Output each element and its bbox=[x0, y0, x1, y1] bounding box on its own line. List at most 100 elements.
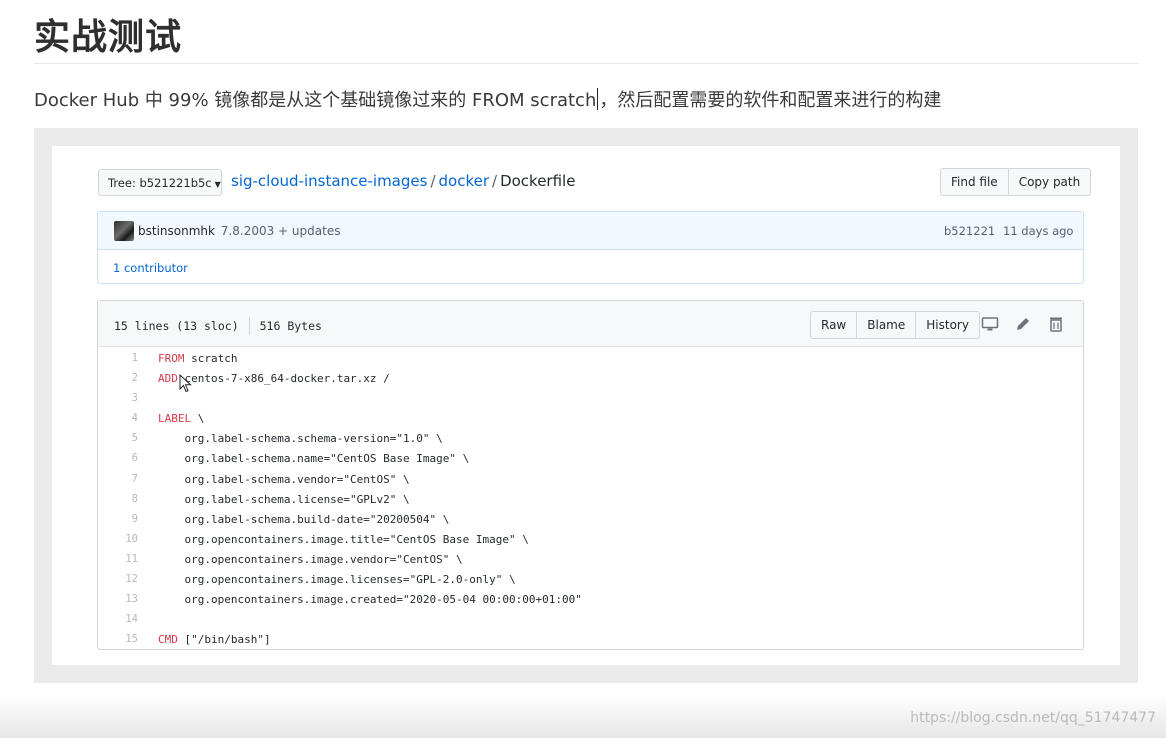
line-text: org.label-schema.schema-version="1.0" \ bbox=[158, 432, 443, 446]
code-line: 10 org.opencontainers.image.title="CentO… bbox=[98, 530, 1083, 550]
file-header: 15 lines (13 sloc) 516 Bytes Raw Blame Hi… bbox=[98, 301, 1083, 347]
line-number[interactable]: 10 bbox=[98, 533, 138, 545]
code-line: 3 bbox=[98, 389, 1083, 409]
watermark-text: https://blog.csdn.net/qq_51747477 bbox=[910, 710, 1156, 726]
line-text: org.opencontainers.image.title="CentOS B… bbox=[158, 532, 529, 546]
line-text: org.label-schema.build-date="20200504" \ bbox=[158, 512, 450, 526]
line-text: org.label-schema.license="GPLv2" \ bbox=[158, 492, 410, 506]
line-number[interactable]: 7 bbox=[98, 473, 138, 485]
line-content: FROM scratch bbox=[158, 352, 237, 365]
file-actions-group: Find file Copy path bbox=[940, 168, 1092, 196]
line-text: \ bbox=[191, 412, 205, 426]
line-text: org.label-schema.vendor="CentOS" \ bbox=[158, 472, 410, 486]
code-line: 8 org.label-schema.license="GPLv2" \ bbox=[98, 490, 1083, 510]
dockerfile-keyword: LABEL bbox=[158, 412, 192, 426]
line-content: org.label-schema.schema-version="1.0" \ bbox=[158, 432, 443, 446]
line-number[interactable]: 6 bbox=[98, 452, 138, 464]
commit-sha[interactable]: b521221 bbox=[944, 224, 995, 238]
breadcrumb-dir-link[interactable]: docker bbox=[439, 172, 490, 190]
line-content: org.opencontainers.image.vendor="CentOS"… bbox=[158, 552, 463, 566]
copy-path-button[interactable]: Copy path bbox=[1008, 168, 1092, 196]
line-text: org.opencontainers.image.created="2020-0… bbox=[158, 593, 582, 607]
line-content: org.opencontainers.image.title="CentOS B… bbox=[158, 532, 529, 546]
commit-message[interactable]: 7.8.2003 + updates bbox=[221, 224, 341, 238]
contributors-link[interactable]: 1 contributor bbox=[113, 261, 188, 275]
code-line: 14 bbox=[98, 610, 1083, 630]
mouse-pointer-icon bbox=[179, 374, 192, 393]
line-content: org.opencontainers.image.created="2020-0… bbox=[158, 593, 582, 607]
raw-button[interactable]: Raw bbox=[810, 311, 858, 339]
file-line-count: 15 lines (13 sloc) bbox=[114, 319, 239, 333]
code-line: 15 CMD ["/bin/bash"] bbox=[98, 630, 1083, 650]
line-content: org.label-schema.build-date="20200504" \ bbox=[158, 513, 449, 526]
code-line: 11 org.opencontainers.image.vendor="Cent… bbox=[98, 550, 1083, 570]
article-paragraph: Docker Hub 中 99% 镜像都是从这个基础镜像过来的 FROM scr… bbox=[34, 86, 941, 112]
line-content: CMD ["/bin/bash"] bbox=[158, 633, 271, 646]
line-content: org.opencontainers.image.licenses="GPL-2… bbox=[158, 573, 516, 587]
line-number[interactable]: 1 bbox=[98, 352, 138, 364]
line-number[interactable]: 2 bbox=[98, 372, 138, 384]
branch-select-label: Tree: b521221b5c bbox=[108, 176, 212, 190]
line-number[interactable]: 3 bbox=[98, 392, 138, 404]
file-viewer: 15 lines (13 sloc) 516 Bytes Raw Blame Hi… bbox=[97, 300, 1084, 650]
line-number[interactable]: 4 bbox=[98, 412, 138, 424]
code-line: 13 org.opencontainers.image.created="202… bbox=[98, 590, 1083, 610]
dockerfile-keyword: FROM bbox=[158, 352, 185, 365]
line-number[interactable]: 8 bbox=[98, 493, 138, 505]
caret-down-icon: ▼ bbox=[214, 180, 221, 189]
code-line: 12 org.opencontainers.image.licenses="GP… bbox=[98, 570, 1083, 590]
line-number[interactable]: 12 bbox=[98, 573, 138, 585]
code-line: 4 LABEL \ bbox=[98, 409, 1083, 429]
code-line: 7 org.label-schema.vendor="CentOS" \ bbox=[98, 470, 1083, 490]
code-line: 5 org.label-schema.schema-version="1.0" … bbox=[98, 429, 1083, 449]
code-listing: 1 FROM scratch 2 ADD centos-7-x86_64-docke… bbox=[98, 349, 1083, 650]
line-content: org.label-schema.vendor="CentOS" \ bbox=[158, 472, 410, 486]
article-heading: 实战测试 bbox=[34, 17, 183, 58]
breadcrumb-separator: / bbox=[492, 172, 498, 190]
line-content: LABEL \ bbox=[158, 412, 204, 425]
breadcrumb: sig-cloud-instance-images / docker / Dockerf… bbox=[231, 172, 575, 190]
dockerfile-keyword: CMD bbox=[158, 633, 178, 647]
commit-author[interactable]: bstinsonmhk bbox=[138, 224, 215, 238]
paragraph-text-after-caret: ，然后配置需要的软件和配置来进行的构建 bbox=[599, 90, 942, 111]
commit-age: 11 days ago bbox=[1003, 224, 1074, 238]
line-number[interactable]: 13 bbox=[98, 593, 138, 605]
desktop-icon[interactable] bbox=[981, 315, 999, 333]
dockerfile-keyword: ADD bbox=[158, 372, 178, 386]
avatar[interactable] bbox=[114, 221, 134, 241]
latest-commit-box: bstinsonmhk 7.8.2003 + updates b521221 1… bbox=[97, 211, 1084, 284]
paragraph-text-before-caret: Docker Hub 中 99% 镜像都是从这个基础镜像过来的 FROM scr… bbox=[34, 90, 597, 111]
file-info: 15 lines (13 sloc) 516 Bytes bbox=[114, 317, 322, 335]
line-content: org.label-schema.license="GPLv2" \ bbox=[158, 492, 410, 506]
code-line: 9 org.label-schema.build-date="20200504"… bbox=[98, 510, 1083, 530]
breadcrumb-repo-link[interactable]: sig-cloud-instance-images bbox=[231, 172, 427, 190]
line-number[interactable]: 14 bbox=[98, 613, 138, 625]
line-text: org.opencontainers.image.vendor="CentOS"… bbox=[158, 552, 463, 566]
pencil-icon[interactable] bbox=[1014, 315, 1032, 333]
breadcrumb-separator: / bbox=[430, 172, 436, 190]
commit-header: bstinsonmhk 7.8.2003 + updates b521221 1… bbox=[98, 212, 1083, 250]
file-view-buttons: Raw Blame History bbox=[810, 311, 980, 339]
line-number[interactable]: 9 bbox=[98, 513, 138, 525]
file-info-divider bbox=[248, 317, 250, 335]
line-text: scratch bbox=[184, 352, 238, 365]
line-text: org.opencontainers.image.licenses="GPL-2… bbox=[158, 573, 516, 587]
breadcrumb-current-file: Dockerfile bbox=[500, 172, 576, 190]
line-text: centos-7-x86_64-docker.tar.xz / bbox=[177, 372, 390, 386]
code-line: 6 org.label-schema.name="CentOS Base Ima… bbox=[98, 449, 1083, 469]
line-text: ["/bin/bash"] bbox=[177, 633, 271, 647]
code-line: 1 FROM scratch bbox=[98, 349, 1083, 369]
trash-icon[interactable] bbox=[1047, 315, 1065, 333]
branch-select-button[interactable]: Tree: b521221b5c ▼ bbox=[98, 169, 222, 196]
line-number[interactable]: 5 bbox=[98, 432, 138, 444]
heading-divider bbox=[34, 63, 1139, 64]
blame-button[interactable]: Blame bbox=[857, 311, 917, 339]
line-number[interactable]: 11 bbox=[98, 553, 138, 565]
file-size: 516 Bytes bbox=[259, 319, 322, 333]
code-line: 2 ADD centos-7-x86_64-docker.tar.xz / bbox=[98, 369, 1083, 389]
line-content: org.label-schema.name="CentOS Base Image… bbox=[158, 452, 469, 465]
line-number[interactable]: 15 bbox=[98, 633, 138, 645]
find-file-button[interactable]: Find file bbox=[940, 168, 1009, 196]
history-button[interactable]: History bbox=[916, 311, 980, 339]
line-text: org.label-schema.name="CentOS Base Image… bbox=[158, 452, 470, 466]
